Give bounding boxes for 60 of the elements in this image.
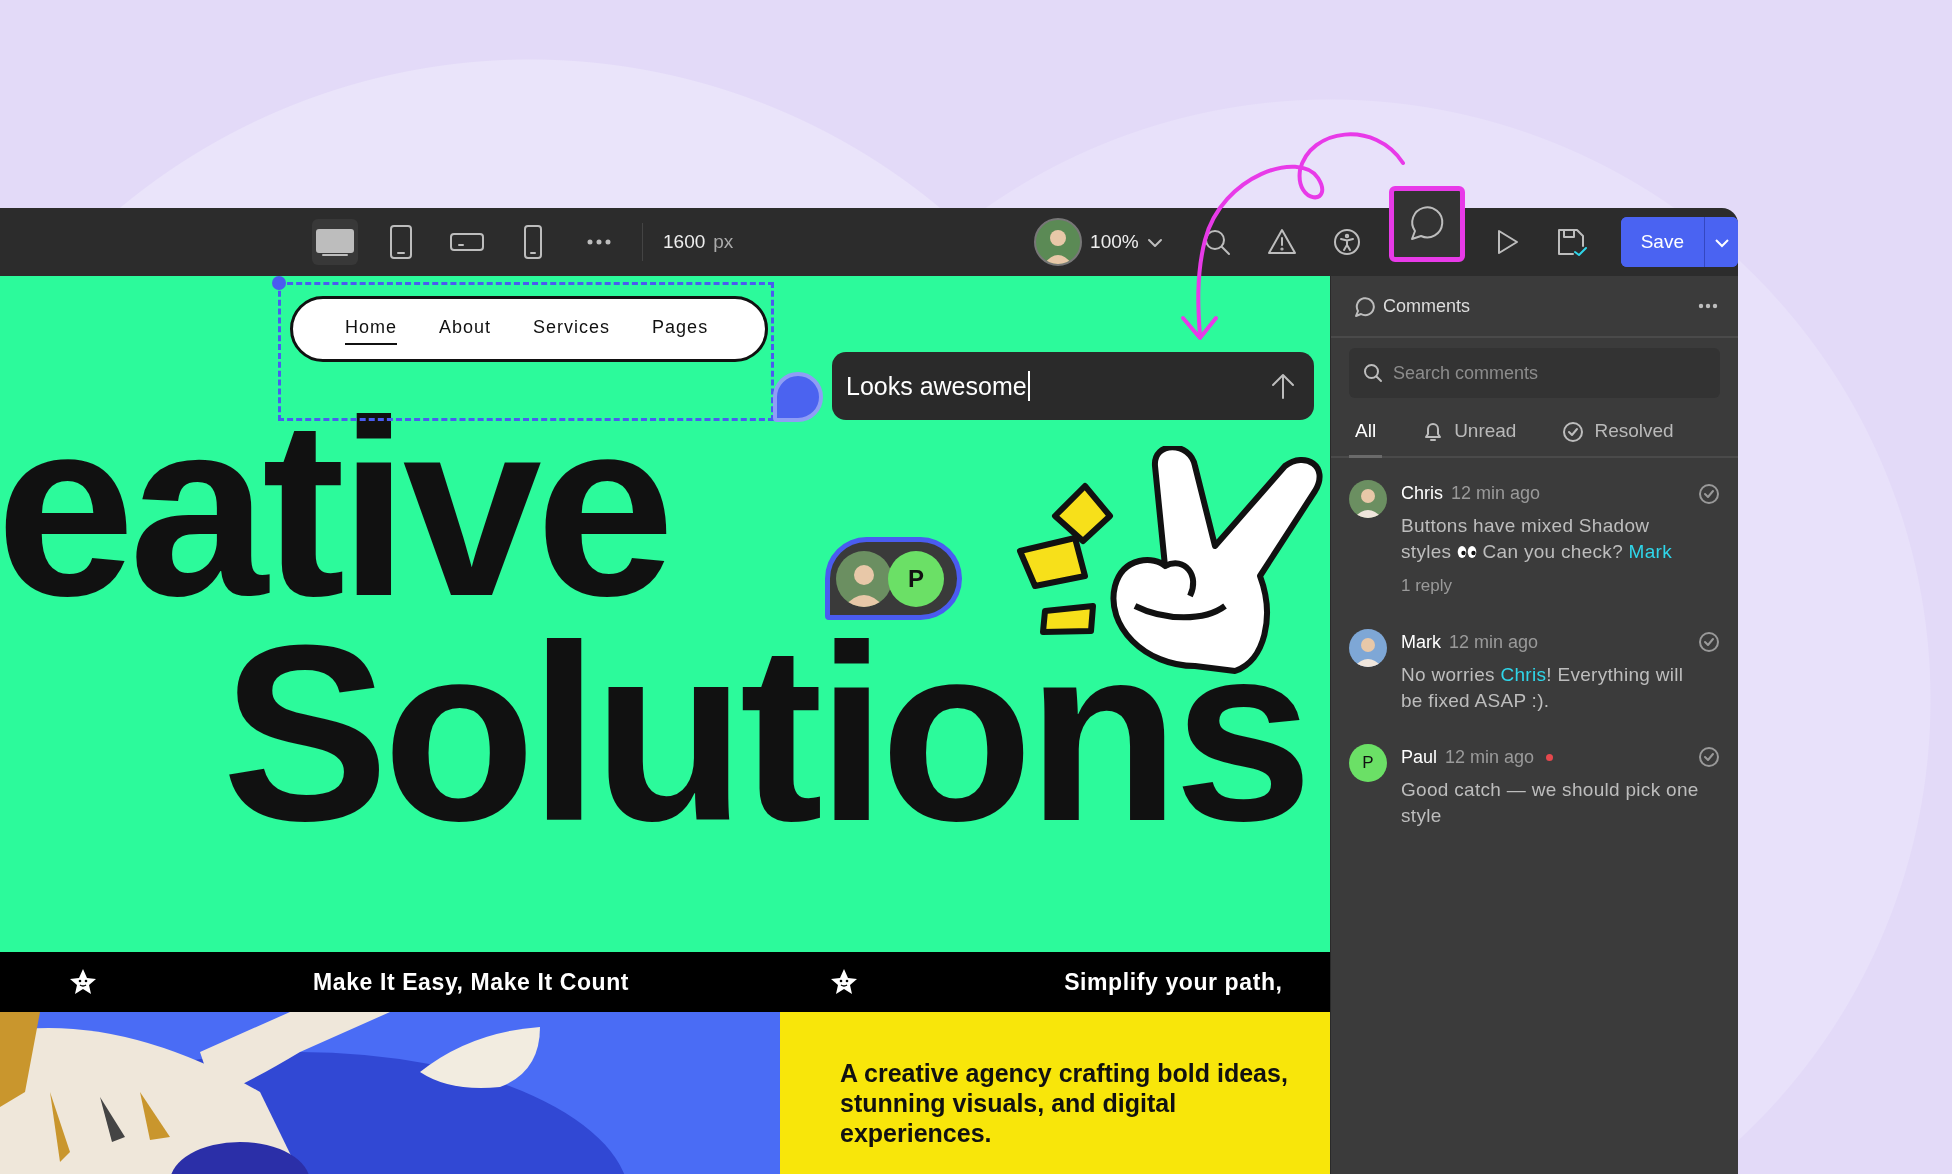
comment-text: Good catch — we should pick one style: [1401, 777, 1700, 828]
comment-input[interactable]: Looks awesome: [832, 352, 1314, 420]
marquee-text: Make It Easy, Make It Count: [313, 967, 630, 997]
reply-count[interactable]: 1 reply: [1401, 573, 1720, 599]
avatar: [1349, 480, 1387, 518]
tagline: A creative agency crafting bold ideas, stunning visuals, and digital experiences.: [840, 1058, 1289, 1148]
timestamp: 12 min ago: [1445, 745, 1535, 769]
chevron-down-icon: [1713, 237, 1730, 248]
star-icon: [68, 967, 98, 997]
tablet-icon: [388, 224, 414, 260]
warning-icon: [1266, 227, 1297, 257]
panel-title: Comments: [1383, 294, 1471, 318]
comment-text: No worries Chris! Everything will be fixed ASAP :).: [1401, 662, 1685, 713]
user-avatar[interactable]: [1034, 218, 1083, 266]
nav-link[interactable]: Home: [345, 313, 397, 345]
nav-link[interactable]: About: [439, 313, 492, 345]
author-name: Mark: [1401, 630, 1441, 654]
nav-link[interactable]: Pages: [652, 313, 709, 345]
avatar: [1349, 628, 1387, 667]
desktop-icon: [315, 227, 355, 257]
canvas-width: 1600: [663, 229, 706, 254]
check-circle-icon: [1698, 482, 1720, 505]
width-unit: px: [713, 229, 734, 254]
chevron-down-icon: [1146, 237, 1163, 248]
resolve-button[interactable]: [1698, 746, 1720, 768]
search-icon: [1363, 363, 1383, 383]
phone-icon: [522, 224, 544, 260]
filter-tab[interactable]: Resolved: [1556, 408, 1680, 458]
author-name: Chris: [1401, 482, 1443, 505]
check-circle-icon: [1698, 631, 1720, 653]
avatar: P: [888, 550, 944, 607]
accessibility-icon: [1331, 227, 1362, 257]
check-circle-icon: [1562, 420, 1585, 443]
zoom-level[interactable]: 100%: [1090, 227, 1139, 257]
landscape-phone-icon: [449, 230, 485, 254]
resolve-button[interactable]: [1698, 482, 1720, 505]
search-field[interactable]: Search comments: [1349, 348, 1720, 398]
timestamp: 12 min ago: [1449, 630, 1539, 654]
filter-tab[interactable]: All: [1349, 408, 1383, 458]
more-icon: [586, 238, 612, 246]
comment-text: Buttons have mixed Shadow styles Can you check? Mark: [1401, 514, 1674, 564]
selection-handle[interactable]: [272, 276, 286, 290]
avatar: [836, 550, 892, 607]
resolve-button[interactable]: [1698, 631, 1720, 653]
avatar: P: [1349, 743, 1387, 782]
comment-icon: [1353, 295, 1375, 318]
comment-pin[interactable]: [773, 372, 823, 422]
author-name: Paul: [1401, 745, 1438, 769]
marquee-text: Simplify your path,: [1064, 967, 1283, 997]
timestamp: 12 min ago: [1451, 482, 1541, 505]
more-icon: [1698, 303, 1718, 309]
send-arrow-icon[interactable]: [1270, 372, 1296, 400]
device-toggle[interactable]: [312, 219, 358, 265]
nav-link[interactable]: Services: [533, 313, 611, 345]
comments-button[interactable]: [1388, 186, 1465, 262]
filter-tab[interactable]: Unread: [1416, 408, 1523, 458]
check-circle-icon: [1698, 746, 1720, 768]
participants-bubble[interactable]: P: [825, 537, 962, 620]
save-options-button[interactable]: [1704, 217, 1738, 267]
eyes-icon: [1456, 545, 1477, 559]
